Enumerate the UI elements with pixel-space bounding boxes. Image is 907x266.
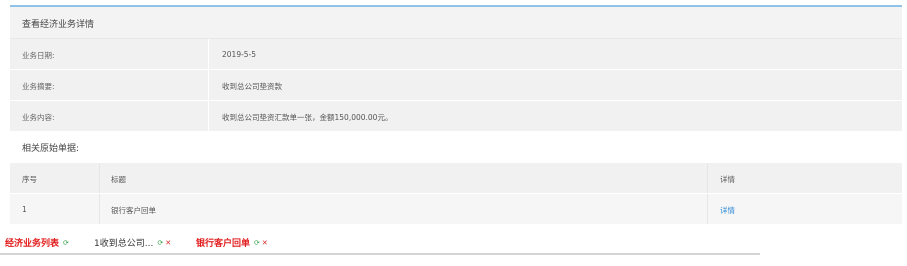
- close-icon[interactable]: ✕: [262, 239, 268, 247]
- tab-bar: 经济业务列表 ⟳ 1收到总公司... ⟳ ✕ 银行客户回单 ⟳ ✕: [0, 232, 760, 255]
- table-header: 序号 标题 详情: [10, 163, 902, 193]
- detail-link[interactable]: 详情: [720, 205, 735, 216]
- field-row-summary: 业务摘要: 收到总公司垫资款: [10, 70, 902, 100]
- field-value: 收到总公司垫资款: [222, 82, 282, 91]
- field-row-content: 业务内容: 收到总公司垫资汇款单一张，金额150,000.00元。: [10, 101, 902, 131]
- column-header-no: 序号: [22, 175, 37, 184]
- row-title: 银行客户回单: [111, 206, 156, 215]
- field-row-date: 业务日期: 2019-5-5: [10, 39, 902, 69]
- attachments-heading-label: 相关原始单据:: [22, 144, 80, 154]
- field-label: 业务摘要:: [22, 82, 55, 91]
- tab-bank-receipt[interactable]: 银行客户回单 ⟳ ✕: [196, 236, 268, 250]
- panel-title: 查看经济业务详情: [22, 20, 95, 30]
- column-header-title: 标题: [111, 175, 126, 184]
- attachments-heading: 相关原始单据:: [10, 132, 902, 162]
- row-no: 1: [22, 205, 27, 214]
- refresh-icon[interactable]: ⟳: [157, 239, 163, 247]
- column-header-detail: 详情: [720, 175, 735, 184]
- tab-label: 经济业务列表: [5, 239, 60, 249]
- refresh-icon[interactable]: ⟳: [254, 239, 260, 247]
- refresh-icon[interactable]: ⟳: [63, 239, 69, 247]
- detail-panel: 查看经济业务详情 业务日期: 2019-5-5 业务摘要: 收到总公司垫资款 业…: [10, 5, 902, 224]
- tab-receipt-detail[interactable]: 1收到总公司... ⟳ ✕: [94, 236, 171, 250]
- field-value: 收到总公司垫资汇款单一张，金额150,000.00元。: [222, 113, 393, 122]
- tab-label: 银行客户回单: [196, 239, 251, 249]
- panel-header: 查看经济业务详情: [10, 7, 902, 39]
- field-label: 业务内容:: [22, 113, 55, 122]
- table-row: 1 银行客户回单 详情: [10, 194, 902, 224]
- tab-label: 1收到总公司...: [94, 239, 154, 249]
- tab-economic-list[interactable]: 经济业务列表 ⟳: [5, 236, 69, 250]
- field-value: 2019-5-5: [222, 50, 257, 59]
- field-label: 业务日期:: [22, 51, 55, 60]
- close-icon[interactable]: ✕: [165, 239, 171, 247]
